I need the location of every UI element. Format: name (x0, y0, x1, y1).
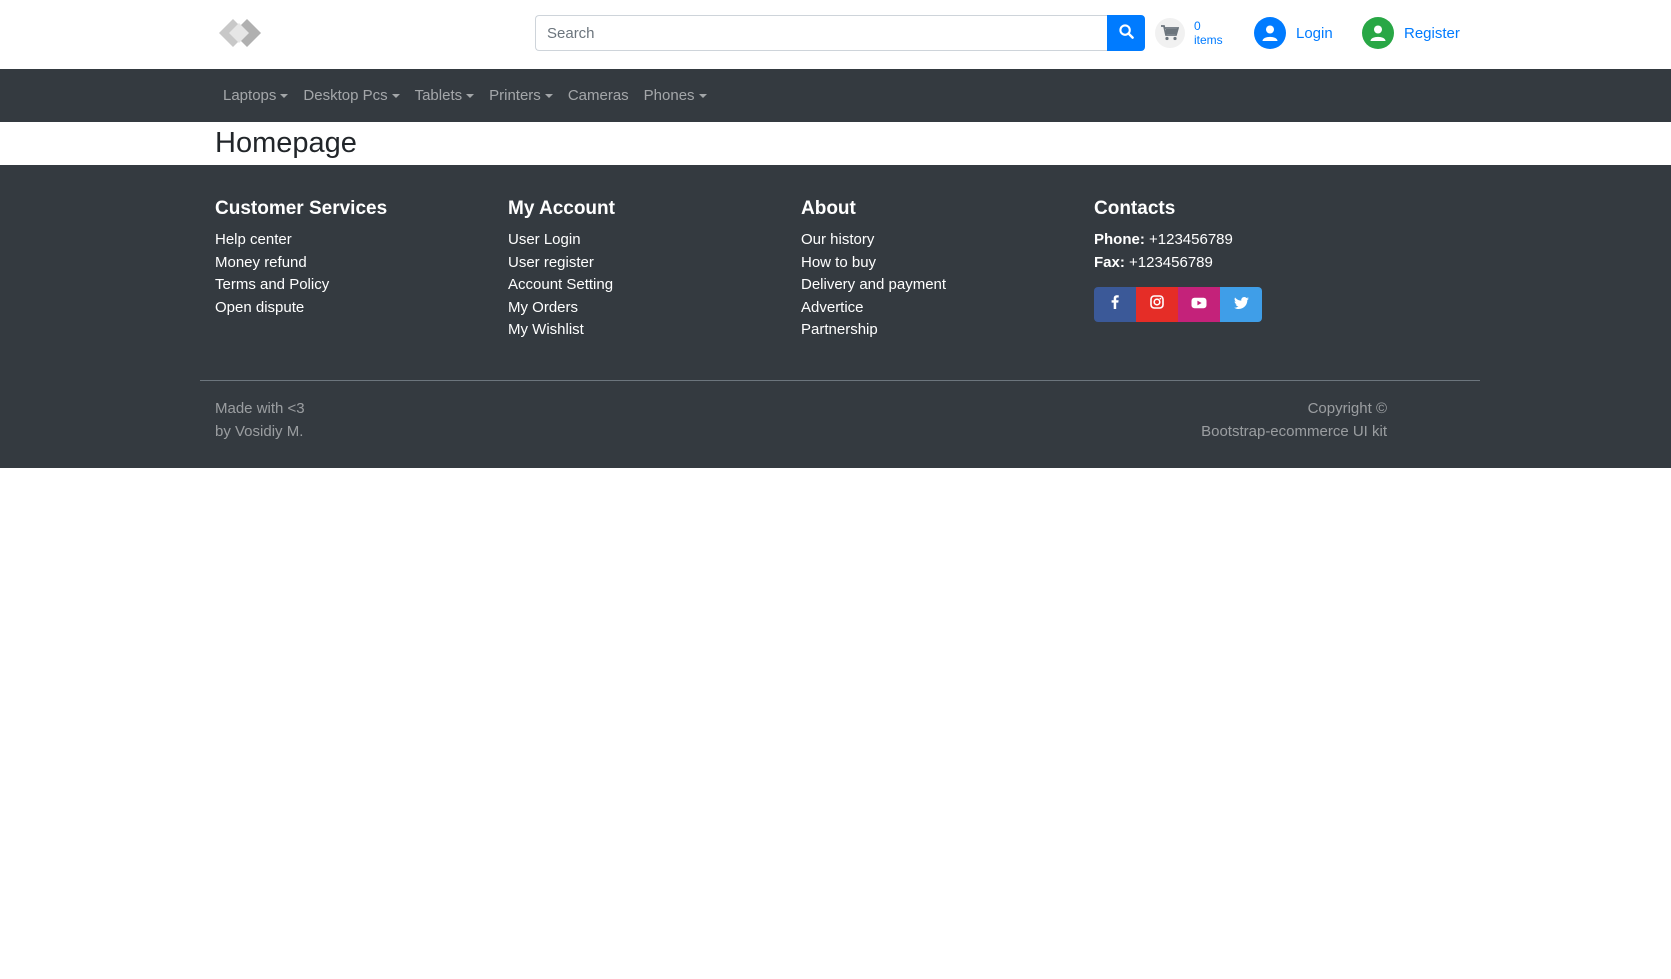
nav-item-printers[interactable]: Printers (489, 87, 553, 104)
footer-bottom: Made with <3 by Vosidiy M. Copyright © B… (215, 381, 1387, 443)
credit-made-with: Made with <3 (215, 399, 305, 417)
social-buttons (1094, 287, 1387, 322)
instagram-icon (1150, 295, 1164, 314)
category-navbar: Laptops Desktop Pcs Tablets Printers Cam… (0, 69, 1671, 122)
caret-down-icon (698, 93, 707, 98)
footer-link-our-history[interactable]: Our history (801, 229, 1094, 252)
footer-link-partnership[interactable]: Partnership (801, 319, 1094, 342)
copyright-owner: Bootstrap-ecommerce UI kit (1201, 422, 1387, 440)
nav-item-label: Desktop Pcs (303, 87, 388, 104)
search-icon (1118, 24, 1134, 42)
footer-col-my-account: My Account User Login User register Acco… (508, 198, 801, 342)
contact-fax: Fax: +123456789 (1094, 252, 1387, 275)
header: 0 items Login Register (0, 0, 1671, 69)
footer-link-my-orders[interactable]: My Orders (508, 297, 801, 320)
logo-icon[interactable] (215, 12, 267, 54)
register-link[interactable]: Register (1362, 17, 1460, 49)
twitter-button[interactable] (1220, 287, 1262, 322)
footer-link-open-dispute[interactable]: Open dispute (215, 297, 508, 320)
footer-link-delivery-payment[interactable]: Delivery and payment (801, 274, 1094, 297)
nav-list: Laptops Desktop Pcs Tablets Printers Cam… (223, 69, 1387, 122)
facebook-button[interactable] (1094, 287, 1136, 322)
nav-item-laptops[interactable]: Laptops (223, 87, 289, 104)
contact-phone-label: Phone: (1094, 231, 1145, 248)
login-link[interactable]: Login (1254, 17, 1333, 49)
nav-item-tablets[interactable]: Tablets (415, 87, 475, 104)
register-label: Register (1404, 24, 1460, 42)
footer-link-my-wishlist[interactable]: My Wishlist (508, 319, 801, 342)
nav-item-label: Phones (643, 87, 695, 104)
nav-item-label: Printers (489, 87, 541, 104)
caret-down-icon (280, 93, 289, 98)
footer-link-terms-policy[interactable]: Terms and Policy (215, 274, 508, 297)
footer-link-help-center[interactable]: Help center (215, 229, 508, 252)
nav-item-label: Laptops (223, 87, 277, 104)
nav-item-label: Tablets (414, 87, 463, 104)
user-icon (1362, 17, 1394, 49)
instagram-button[interactable] (1136, 287, 1178, 322)
twitter-icon (1233, 296, 1249, 314)
cart-icon (1155, 18, 1185, 48)
page-title-section: Homepage (0, 122, 1671, 165)
facebook-icon (1111, 295, 1119, 314)
caret-down-icon (544, 93, 553, 98)
footer-link-advertice[interactable]: Advertice (801, 297, 1094, 320)
search-form (535, 15, 1145, 51)
cart-widget[interactable]: 0 items (1155, 18, 1223, 48)
page-title: Homepage (215, 127, 357, 159)
footer-col-customer-services: Customer Services Help center Money refu… (215, 198, 508, 342)
nav-item-desktop-pcs[interactable]: Desktop Pcs (303, 87, 400, 104)
footer-credit: Made with <3 by Vosidiy M. (215, 397, 305, 443)
footer-copyright: Copyright © Bootstrap-ecommerce UI kit (1201, 397, 1387, 443)
search-button[interactable] (1107, 15, 1145, 51)
nav-item-phones[interactable]: Phones (644, 87, 707, 104)
caret-down-icon (466, 93, 475, 98)
footer-col-title: My Account (508, 198, 615, 219)
footer-link-user-register[interactable]: User register (508, 252, 801, 275)
credit-author: by Vosidiy M. (215, 422, 304, 440)
youtube-icon (1191, 296, 1207, 314)
footer-link-account-setting[interactable]: Account Setting (508, 274, 801, 297)
contact-phone-value: +123456789 (1149, 231, 1233, 248)
youtube-button[interactable] (1178, 287, 1220, 322)
footer-link-money-refund[interactable]: Money refund (215, 252, 508, 275)
footer-link-how-to-buy[interactable]: How to buy (801, 252, 1094, 275)
user-icon (1254, 17, 1286, 49)
caret-down-icon (391, 93, 400, 98)
contact-fax-value: +123456789 (1129, 253, 1213, 271)
footer-link-user-login[interactable]: User Login (508, 229, 801, 252)
footer-col-title: Contacts (1094, 198, 1176, 219)
footer-col-about: About Our history How to buy Delivery an… (801, 198, 1094, 342)
footer-col-title: About (801, 198, 856, 219)
footer-col-contacts: Contacts Phone: +123456789 Fax: +1234567… (1094, 198, 1387, 342)
login-label: Login (1296, 24, 1333, 42)
nav-item-cameras[interactable]: Cameras (568, 87, 629, 104)
cart-count-label: items (1194, 33, 1223, 47)
copyright-label: Copyright © (1307, 399, 1387, 417)
contact-fax-label: Fax: (1094, 253, 1125, 271)
footer: Customer Services Help center Money refu… (0, 165, 1671, 468)
footer-col-title: Customer Services (215, 198, 388, 219)
search-input[interactable] (535, 15, 1107, 51)
nav-item-label: Cameras (567, 87, 629, 104)
contact-phone: Phone: +123456789 (1094, 229, 1387, 252)
cart-count: 0 items (1194, 19, 1223, 47)
cart-count-number: 0 (1194, 19, 1201, 33)
